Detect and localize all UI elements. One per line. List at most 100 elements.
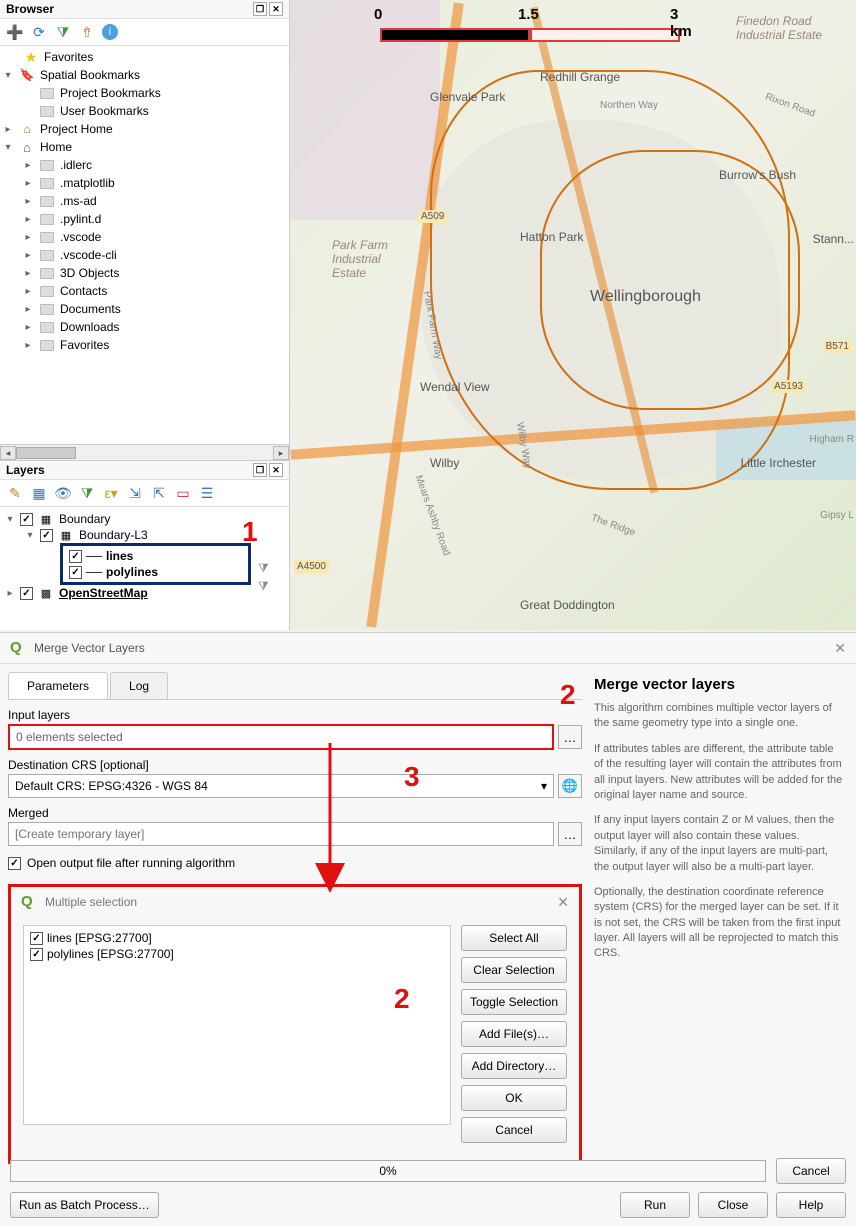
- add-layer-icon[interactable]: ➕: [6, 23, 24, 41]
- close-icon[interactable]: ✕: [834, 640, 846, 657]
- item-checkbox[interactable]: [30, 948, 43, 961]
- merged-output-field[interactable]: [8, 822, 554, 846]
- layer-boundary[interactable]: Boundary: [59, 512, 110, 526]
- tree-folder[interactable]: .pylint.d: [60, 212, 101, 226]
- layer-visibility-icon[interactable]: 👁: [54, 484, 72, 502]
- add-directory-button[interactable]: Add Directory…: [461, 1053, 567, 1079]
- tree-folder[interactable]: Downloads: [60, 320, 119, 334]
- progress-cancel-button[interactable]: Cancel: [776, 1158, 846, 1184]
- expander-icon[interactable]: ▸: [2, 124, 14, 135]
- layer-osm[interactable]: OpenStreetMap: [59, 586, 148, 600]
- filter-icon[interactable]: ⧩: [258, 561, 269, 576]
- layer-checkbox[interactable]: [40, 529, 53, 542]
- expander-icon[interactable]: ▸: [4, 588, 16, 599]
- merged-browse-button[interactable]: …: [558, 822, 582, 846]
- panel-close-icon[interactable]: ✕: [269, 2, 283, 16]
- expander-icon[interactable]: ▸: [22, 322, 34, 333]
- expander-icon[interactable]: ▸: [22, 178, 34, 189]
- expander-icon[interactable]: ▸: [22, 196, 34, 207]
- tab-parameters[interactable]: Parameters: [8, 672, 108, 699]
- dest-crs-dropdown[interactable]: Default CRS: EPSG:4326 - WGS 84▾: [8, 774, 554, 798]
- ok-button[interactable]: OK: [461, 1085, 567, 1111]
- layer-checkbox[interactable]: [20, 587, 33, 600]
- tree-folder[interactable]: Favorites: [60, 338, 109, 352]
- expander-icon[interactable]: ▸: [22, 214, 34, 225]
- expander-icon[interactable]: ▾: [4, 514, 16, 525]
- tree-folder[interactable]: .idlerc: [60, 158, 92, 172]
- tree-folder[interactable]: .matplotlib: [60, 176, 115, 190]
- tree-folder[interactable]: Contacts: [60, 284, 107, 298]
- expander-icon[interactable]: ▾: [24, 530, 36, 541]
- tree-folder[interactable]: .ms-ad: [60, 194, 97, 208]
- browser-tree[interactable]: ★Favorites ▾🔖Spatial Bookmarks Project B…: [0, 46, 289, 444]
- panel-close-icon[interactable]: ✕: [269, 463, 283, 477]
- collapse-icon[interactable]: ⇮: [78, 23, 96, 41]
- cancel-button[interactable]: Cancel: [461, 1117, 567, 1143]
- layer-boundary-l3[interactable]: Boundary-L3: [79, 528, 148, 542]
- expander-icon[interactable]: ▸: [22, 232, 34, 243]
- open-output-checkbox[interactable]: [8, 857, 21, 870]
- expander-icon[interactable]: ▾: [2, 142, 14, 153]
- run-button[interactable]: Run: [620, 1192, 690, 1218]
- expander-icon[interactable]: ▸: [22, 340, 34, 351]
- layer-checkbox[interactable]: [20, 513, 33, 526]
- crs-select-button[interactable]: 🌐: [558, 774, 582, 798]
- tree-folder[interactable]: Documents: [60, 302, 121, 316]
- tree-project-home[interactable]: Project Home: [40, 122, 113, 136]
- expander-icon[interactable]: ▸: [22, 304, 34, 315]
- tab-log[interactable]: Log: [110, 672, 168, 699]
- tree-folder[interactable]: .vscode: [60, 230, 101, 244]
- tree-favorites[interactable]: Favorites: [44, 50, 93, 64]
- folder-icon: [40, 340, 54, 351]
- layer-checkbox[interactable]: [69, 550, 82, 563]
- expander-icon[interactable]: ▸: [22, 268, 34, 279]
- layer-collapse-icon[interactable]: ⇱: [150, 484, 168, 502]
- filter-icon[interactable]: ⧩: [258, 579, 269, 594]
- toggle-selection-button[interactable]: Toggle Selection: [461, 989, 567, 1015]
- close-button[interactable]: Close: [698, 1192, 768, 1218]
- layer-lines[interactable]: lines: [106, 549, 133, 563]
- refresh-icon[interactable]: ⟳: [30, 23, 48, 41]
- layer-remove-icon[interactable]: ▭: [174, 484, 192, 502]
- input-layers-field[interactable]: 0 elements selected: [8, 724, 554, 750]
- filter-icon[interactable]: ⧩: [54, 23, 72, 41]
- layer-stats-icon[interactable]: ☰: [198, 484, 216, 502]
- clear-selection-button[interactable]: Clear Selection: [461, 957, 567, 983]
- panel-undock-icon[interactable]: ❐: [253, 463, 267, 477]
- map-label: Park Farm Industrial Estate: [332, 238, 412, 280]
- properties-icon[interactable]: i: [102, 24, 118, 40]
- tree-folder[interactable]: 3D Objects: [60, 266, 119, 280]
- layer-expr-icon[interactable]: ε▾: [102, 484, 120, 502]
- panel-undock-icon[interactable]: ❐: [253, 2, 267, 16]
- expander-icon[interactable]: ▾: [2, 70, 14, 81]
- item-checkbox[interactable]: [30, 932, 43, 945]
- input-layers-browse-button[interactable]: …: [558, 725, 582, 749]
- list-item[interactable]: lines [EPSG:27700]: [47, 931, 152, 945]
- help-button[interactable]: Help: [776, 1192, 846, 1218]
- layer-expand-icon[interactable]: ⇲: [126, 484, 144, 502]
- expander-icon[interactable]: ▸: [22, 160, 34, 171]
- tree-folder[interactable]: .vscode-cli: [60, 248, 117, 262]
- map-canvas[interactable]: 0 1.5 3 km Finedon Road Industrial Estat…: [290, 0, 856, 630]
- layer-style-icon[interactable]: ✎: [6, 484, 24, 502]
- scale-tick-1: 1.5: [518, 6, 539, 23]
- expander-icon[interactable]: ▸: [22, 286, 34, 297]
- layer-add-group-icon[interactable]: ▦: [30, 484, 48, 502]
- tree-project-bookmarks[interactable]: Project Bookmarks: [60, 86, 161, 100]
- folder-icon: [40, 268, 54, 279]
- run-batch-button[interactable]: Run as Batch Process…: [10, 1192, 159, 1218]
- close-icon[interactable]: ✕: [557, 894, 569, 911]
- layer-filter-icon[interactable]: ⧩: [78, 484, 96, 502]
- progress-bar: 0%: [10, 1160, 766, 1182]
- horizontal-scrollbar[interactable]: ◂ ▸: [0, 444, 289, 460]
- select-all-button[interactable]: Select All: [461, 925, 567, 951]
- add-files-button[interactable]: Add File(s)…: [461, 1021, 567, 1047]
- layer-polylines[interactable]: polylines: [106, 565, 158, 579]
- layer-checkbox[interactable]: [69, 566, 82, 579]
- list-item[interactable]: polylines [EPSG:27700]: [47, 947, 174, 961]
- selection-list[interactable]: lines [EPSG:27700] polylines [EPSG:27700…: [23, 925, 451, 1125]
- tree-spatial-bookmarks[interactable]: Spatial Bookmarks: [40, 68, 140, 82]
- tree-user-bookmarks[interactable]: User Bookmarks: [60, 104, 149, 118]
- tree-home[interactable]: Home: [40, 140, 72, 154]
- expander-icon[interactable]: ▸: [22, 250, 34, 261]
